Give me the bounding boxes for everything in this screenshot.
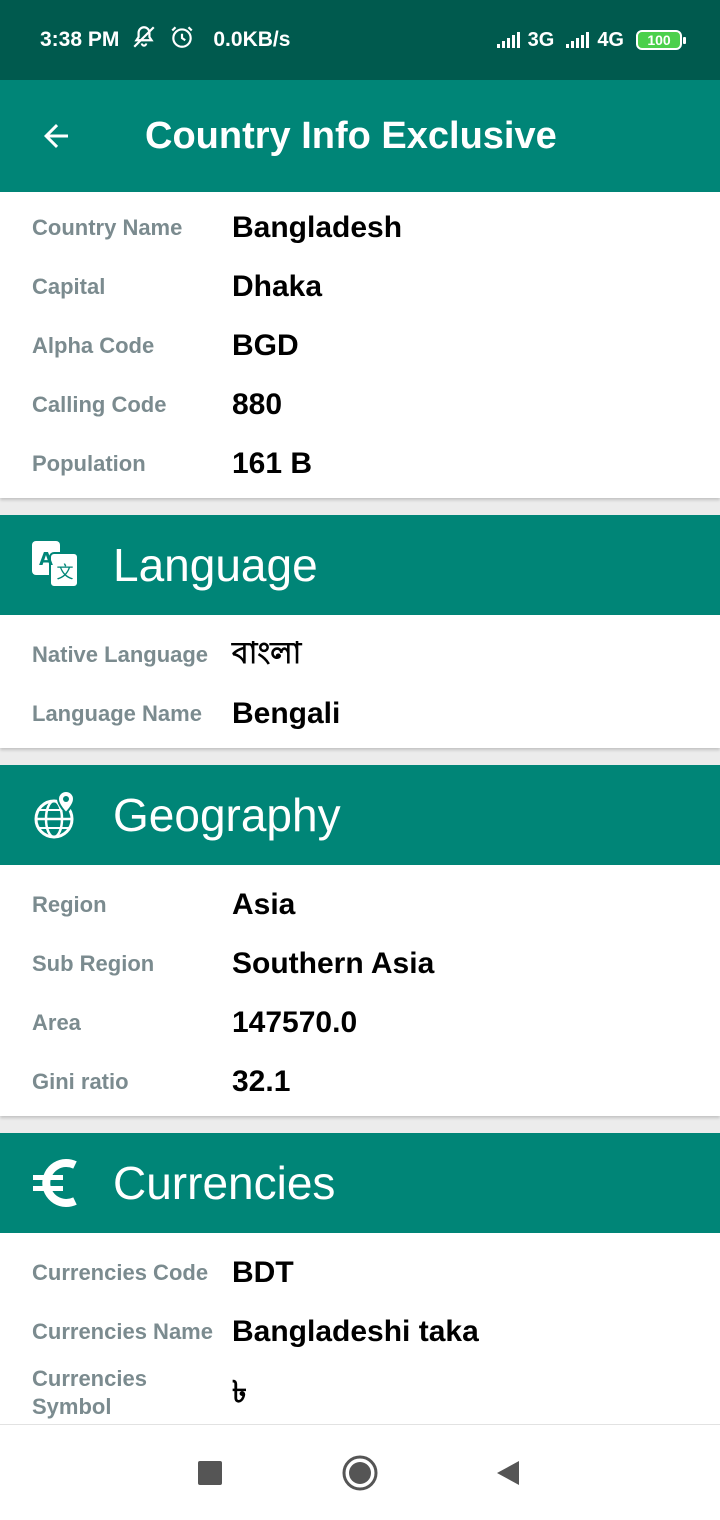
row-label: Calling Code <box>32 391 167 417</box>
row-value: BDT <box>232 1255 294 1289</box>
square-icon <box>198 1461 222 1485</box>
row-value: BGD <box>232 328 299 362</box>
row-value: বাংলা <box>232 637 302 670</box>
general-info-card: Country Name Bangladesh Capital Dhaka Alph… <box>0 192 720 498</box>
svg-text:文: 文 <box>57 563 74 583</box>
back-nav-button[interactable] <box>484 1449 532 1497</box>
row-label: Region <box>32 891 107 917</box>
info-row: Calling Code 880 <box>0 375 720 434</box>
currencies-header: Currencies <box>0 1133 720 1233</box>
section-title: Language <box>113 539 318 591</box>
recents-button[interactable] <box>186 1449 234 1497</box>
row-label: Gini ratio <box>32 1068 129 1094</box>
language-card: Native Language বাংলা Language Name Bengal… <box>0 615 720 748</box>
currencies-card: Currencies Code BDT Currencies Name Bangla… <box>0 1233 720 1424</box>
geography-card: Region Asia Sub Region Southern Asia Area 1… <box>0 865 720 1116</box>
info-row: Capital Dhaka <box>0 257 720 316</box>
row-value: 880 <box>232 387 283 421</box>
section-title: Geography <box>113 789 341 841</box>
battery-icon: 100 <box>636 30 686 50</box>
row-value: Bangladeshi taka <box>232 1314 479 1348</box>
system-nav-bar <box>0 1424 720 1520</box>
signal-icon <box>566 32 590 48</box>
row-value: 147570.0 <box>232 1005 358 1039</box>
app-bar: Country Info Exclusive <box>0 80 720 192</box>
row-value: Dhaka <box>232 269 323 303</box>
info-row: Country Name Bangladesh <box>0 198 720 257</box>
info-row: Gini ratio 32.1 <box>0 1052 720 1111</box>
page-title: Country Info Exclusive <box>145 114 557 157</box>
row-label: Capital <box>32 273 106 299</box>
info-row: Region Asia <box>0 875 720 934</box>
alarm-icon <box>169 24 195 56</box>
info-row: Sub Region Southern Asia <box>0 934 720 993</box>
row-label: Sub Region <box>32 950 155 976</box>
signal-icon <box>496 32 520 48</box>
circle-icon <box>342 1455 378 1491</box>
row-value: Southern Asia <box>232 946 435 980</box>
row-value: Bengali <box>232 696 341 730</box>
section-title: Currencies <box>113 1157 336 1209</box>
info-row: Language Name Bengali <box>0 684 720 743</box>
row-label: Language Name <box>32 700 202 726</box>
row-value: Bangladesh <box>232 210 403 244</box>
info-row: Native Language বাংলা <box>0 625 720 684</box>
arrow-back-icon <box>44 124 68 148</box>
info-row: Population 161 B <box>0 434 720 493</box>
bell-off-icon <box>131 24 157 56</box>
row-label: Area <box>32 1009 81 1035</box>
triangle-back-icon <box>497 1461 519 1485</box>
info-row: Alpha Code BGD <box>0 316 720 375</box>
row-label: Native Language <box>32 641 209 667</box>
svg-text:A: A <box>39 549 53 570</box>
translate-icon: A 文 <box>0 515 112 615</box>
status-bar: 3:38 PM 0.0KB/s 3G 4G 100 <box>0 0 720 80</box>
row-label: Alpha Code <box>32 332 155 358</box>
row-value: Asia <box>232 887 296 921</box>
status-time: 3:38 PM <box>40 28 120 51</box>
euro-icon <box>0 1133 112 1233</box>
row-label: Currencies Symbol <box>32 1366 147 1419</box>
info-row: Area 147570.0 <box>0 993 720 1052</box>
language-header: A 文 Language <box>0 515 720 615</box>
network-type-1: 3G <box>527 28 555 51</box>
battery-level: 100 <box>647 32 671 48</box>
back-button[interactable] <box>0 80 112 192</box>
info-row: Currencies Symbol ৳ <box>0 1361 720 1425</box>
row-label: Currencies Code <box>32 1259 209 1285</box>
row-value: 32.1 <box>232 1064 291 1098</box>
network-speed: 0.0KB/s <box>213 28 291 51</box>
geography-header: Geography <box>0 765 720 865</box>
row-value: 161 B <box>232 446 313 480</box>
globe-pin-icon <box>0 765 112 865</box>
info-row: Currencies Name Bangladeshi taka <box>0 1302 720 1361</box>
row-value: ৳ <box>232 1375 247 1409</box>
info-row: Currencies Code BDT <box>0 1243 720 1302</box>
network-type-2: 4G <box>597 28 624 51</box>
row-label: Currencies Name <box>32 1318 213 1344</box>
row-label: Population <box>32 450 146 476</box>
home-button[interactable] <box>336 1449 384 1497</box>
row-label: Country Name <box>32 214 183 240</box>
